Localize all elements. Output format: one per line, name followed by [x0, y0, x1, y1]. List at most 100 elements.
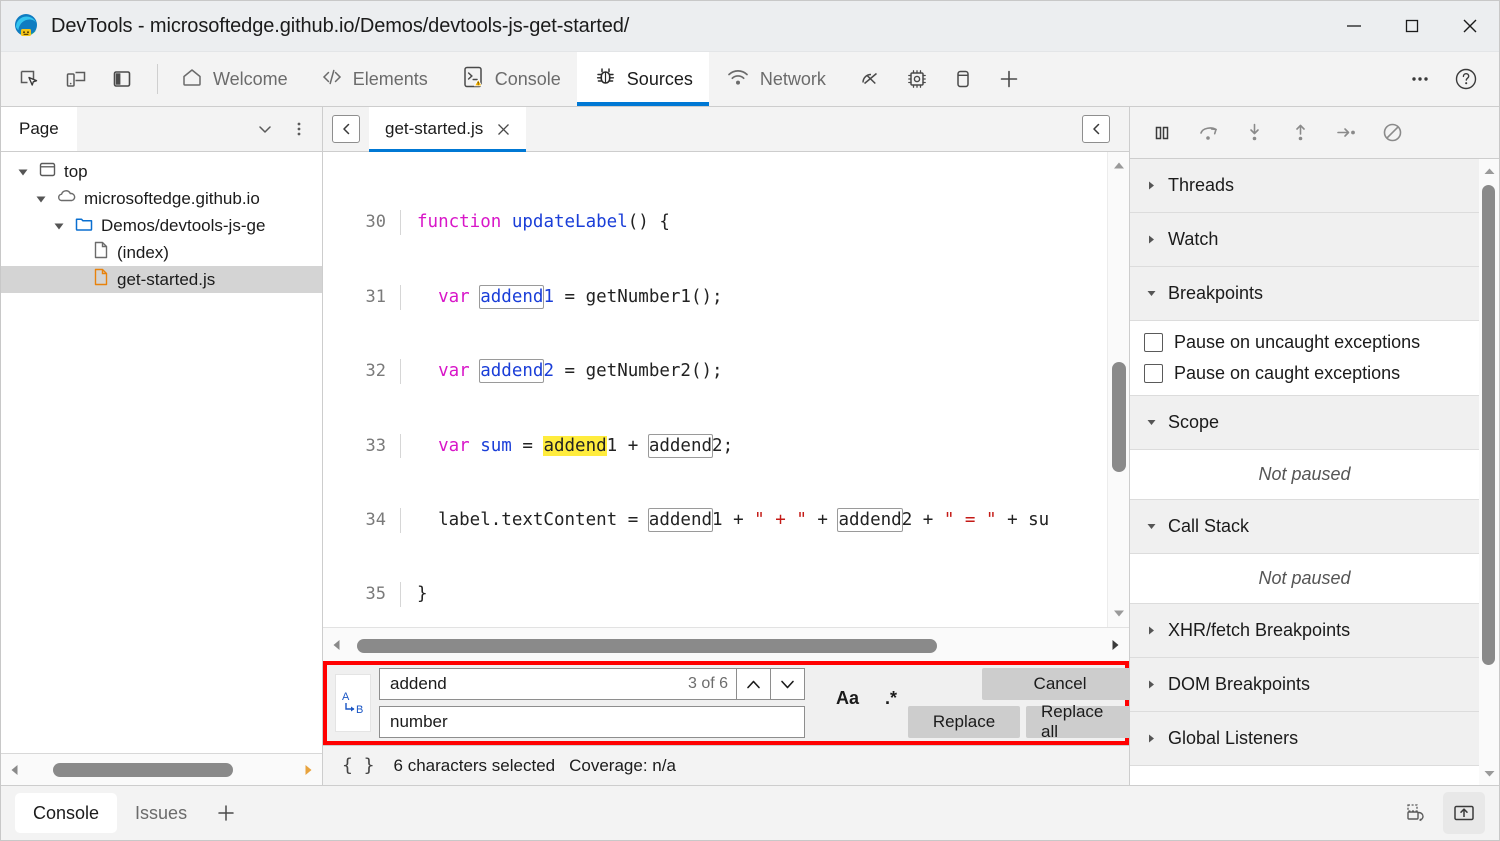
- deactivate-breakpoints-icon[interactable]: [1372, 113, 1412, 153]
- tree-item-index[interactable]: (index): [1, 239, 322, 266]
- section-breakpoints[interactable]: Breakpoints: [1130, 267, 1479, 321]
- minimize-button[interactable]: [1325, 1, 1383, 52]
- navigator-tab-page[interactable]: Page: [1, 107, 77, 151]
- section-global-listeners[interactable]: Global Listeners: [1130, 712, 1479, 766]
- twisty-expanded-icon[interactable]: [51, 220, 67, 232]
- memory-chip-icon[interactable]: [897, 59, 937, 99]
- pause-caught-exceptions-checkbox[interactable]: [1144, 364, 1163, 383]
- drawer-tab-console[interactable]: Console: [15, 793, 117, 833]
- device-emulation-icon[interactable]: [56, 59, 96, 99]
- debugger-toolbar: [1130, 107, 1499, 159]
- inspect-element-icon[interactable]: [10, 59, 50, 99]
- close-button[interactable]: [1441, 1, 1499, 52]
- step-into-icon[interactable]: [1234, 113, 1274, 153]
- code-horizontal-scrollbar[interactable]: [323, 627, 1129, 661]
- window-title: DevTools - microsoftedge.github.io/Demos…: [51, 15, 629, 38]
- pretty-print-button[interactable]: { }: [337, 753, 380, 778]
- add-tab-icon[interactable]: [989, 59, 1029, 99]
- code-scroll-area[interactable]: 30function updateLabel() { 31 var addend…: [323, 152, 1107, 627]
- drawer-tab-issues[interactable]: Issues: [117, 793, 205, 833]
- tab-welcome[interactable]: Welcome: [164, 52, 304, 106]
- dock-to-bottom-icon[interactable]: [1443, 792, 1485, 834]
- scroll-right-arrow-icon[interactable]: [1101, 638, 1129, 652]
- tree-item-get-started-js[interactable]: get-started.js: [1, 266, 322, 293]
- step-over-icon[interactable]: [1188, 113, 1228, 153]
- toggle-replace-icon[interactable]: A B: [335, 674, 371, 732]
- navigator-horizontal-scrollbar[interactable]: [1, 753, 322, 785]
- code-hscroll-thumb[interactable]: [357, 639, 937, 653]
- scroll-up-arrow-icon[interactable]: [1108, 156, 1129, 176]
- scroll-up-arrow-icon[interactable]: [1479, 161, 1499, 181]
- pause-caught-exceptions-row[interactable]: Pause on caught exceptions: [1130, 358, 1479, 389]
- navigator-collapse-button[interactable]: [332, 115, 360, 143]
- section-threads[interactable]: Threads: [1130, 159, 1479, 213]
- debugger-sections: Threads Watch Breakpoints: [1130, 159, 1479, 785]
- tab-sources[interactable]: Sources: [577, 52, 709, 106]
- maximize-button[interactable]: [1383, 1, 1441, 52]
- find-previous-button[interactable]: [737, 668, 771, 700]
- close-icon[interactable]: [494, 120, 512, 138]
- editor-tabstrip: get-started.js: [323, 107, 1129, 152]
- dock-side-icon[interactable]: [102, 59, 142, 99]
- application-storage-icon[interactable]: [943, 59, 983, 99]
- tab-console[interactable]: Console: [444, 52, 577, 106]
- drawer-add-tab-icon[interactable]: [205, 792, 247, 834]
- code-hscroll-track[interactable]: [351, 629, 1101, 661]
- scroll-left-arrow-icon[interactable]: [323, 638, 351, 652]
- search-input[interactable]: addend 3 of 6: [379, 668, 737, 700]
- navigator-scroll-track[interactable]: [29, 754, 294, 786]
- code-vertical-scrollbar[interactable]: [1107, 152, 1129, 627]
- section-breakpoints-label: Breakpoints: [1168, 283, 1263, 304]
- debugger-scroll-thumb[interactable]: [1482, 185, 1495, 665]
- replace-all-button[interactable]: Replace all: [1026, 706, 1138, 738]
- match-case-toggle[interactable]: Aa: [829, 683, 866, 713]
- tab-elements[interactable]: Elements: [304, 52, 444, 106]
- line-text: }: [401, 582, 428, 607]
- tree-item-folder[interactable]: Demos/devtools-js-ge: [1, 212, 322, 239]
- section-xhr-fetch-breakpoints[interactable]: XHR/fetch Breakpoints: [1130, 604, 1479, 658]
- section-dom-breakpoints[interactable]: DOM Breakpoints: [1130, 658, 1479, 712]
- section-watch[interactable]: Watch: [1130, 213, 1479, 267]
- code-brackets-icon: [320, 65, 344, 94]
- twisty-collapsed-icon: [1144, 625, 1158, 636]
- navigator-more-icon[interactable]: [282, 112, 316, 146]
- section-call-stack[interactable]: Call Stack: [1130, 500, 1479, 554]
- cancel-button[interactable]: Cancel: [982, 668, 1138, 700]
- scroll-left-arrow-icon[interactable]: [1, 763, 29, 777]
- section-scope[interactable]: Scope: [1130, 396, 1479, 450]
- match-count-label: 3 of 6: [688, 675, 728, 693]
- code-editor[interactable]: 30function updateLabel() { 31 var addend…: [323, 152, 1129, 627]
- code-content[interactable]: 30function updateLabel() { 31 var addend…: [323, 152, 1107, 627]
- twisty-expanded-icon[interactable]: [15, 166, 31, 178]
- debugger-collapse-button[interactable]: [1082, 115, 1110, 143]
- scroll-right-arrow-icon[interactable]: [294, 763, 322, 777]
- scroll-down-arrow-icon[interactable]: [1108, 603, 1129, 623]
- step-out-icon[interactable]: [1280, 113, 1320, 153]
- twisty-expanded-icon: [1144, 521, 1158, 532]
- chevron-down-icon[interactable]: [248, 112, 282, 146]
- twisty-expanded-icon[interactable]: [33, 193, 49, 205]
- pause-uncaught-exceptions-checkbox[interactable]: [1144, 333, 1163, 352]
- tab-network[interactable]: Network: [709, 52, 842, 106]
- replace-input[interactable]: number: [379, 706, 805, 738]
- scope-not-paused-text: Not paused: [1130, 450, 1479, 500]
- performance-icon[interactable]: [851, 59, 891, 99]
- tree-item-top[interactable]: top: [1, 158, 322, 185]
- scroll-down-arrow-icon[interactable]: [1479, 763, 1499, 783]
- help-icon[interactable]: [1446, 59, 1486, 99]
- editor-file-tab[interactable]: get-started.js: [369, 107, 526, 152]
- code-scroll-thumb[interactable]: [1112, 362, 1126, 472]
- more-options-icon[interactable]: [1400, 59, 1440, 99]
- tree-item-get-started-js-label: get-started.js: [117, 270, 215, 290]
- restore-panel-icon[interactable]: [1395, 792, 1437, 834]
- replace-button[interactable]: Replace: [908, 706, 1020, 738]
- debugger-sections-container: Threads Watch Breakpoints: [1130, 159, 1499, 785]
- pause-resume-icon[interactable]: [1142, 113, 1182, 153]
- regex-toggle[interactable]: .*: [874, 683, 908, 713]
- navigator-scroll-thumb[interactable]: [53, 763, 233, 777]
- tree-item-domain[interactable]: microsoftedge.github.io: [1, 185, 322, 212]
- pause-uncaught-exceptions-row[interactable]: Pause on uncaught exceptions: [1130, 327, 1479, 358]
- find-next-button[interactable]: [771, 668, 805, 700]
- step-icon[interactable]: [1326, 113, 1366, 153]
- debugger-vertical-scrollbar[interactable]: [1479, 159, 1499, 785]
